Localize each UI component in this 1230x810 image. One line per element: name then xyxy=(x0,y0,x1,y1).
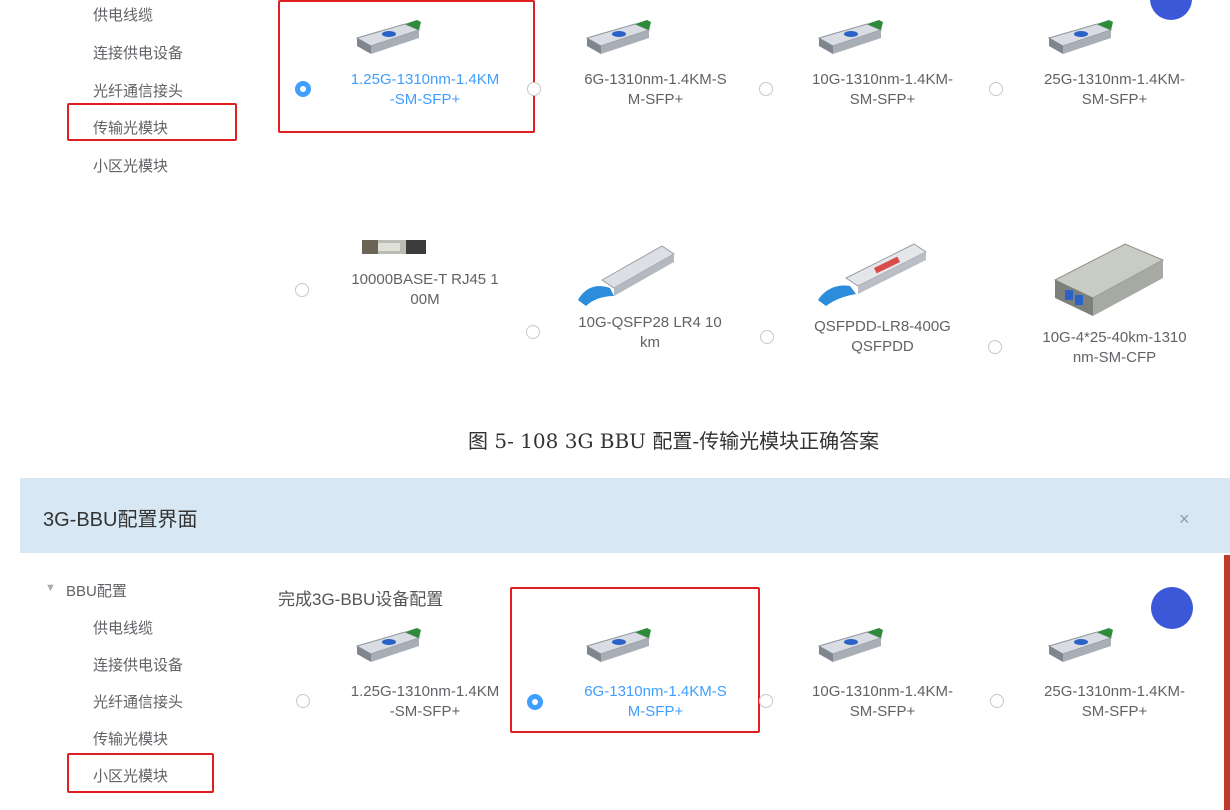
sidebar-item-fiber-connector[interactable]: 光纤通信接头 xyxy=(93,80,183,101)
sidebar-item-power-cable[interactable]: 供电线缆 xyxy=(93,617,153,638)
radio-button[interactable] xyxy=(296,694,310,708)
tree-root-bbu-config[interactable]: BBU配置 xyxy=(66,580,127,601)
sfp-module-icon xyxy=(355,20,421,54)
radio-button[interactable] xyxy=(990,694,1004,708)
dialog-title: 3G-BBU配置界面 xyxy=(43,509,198,531)
scrollbar-edge xyxy=(1224,555,1230,810)
module-label: 1.25G-1310nm-1.4KM -SM-SFP+ xyxy=(350,71,500,108)
module-label: 6G-1310nm-1.4KM-S M-SFP+ xyxy=(584,683,727,720)
radio-button[interactable] xyxy=(527,82,541,96)
chevron-down-icon[interactable]: ▼ xyxy=(45,582,56,594)
module-label: 25G-1310nm-1.4KM- SM-SFP+ xyxy=(1044,683,1185,720)
radio-button[interactable] xyxy=(526,325,540,339)
module-label: 10000BASE-T RJ45 1 00M xyxy=(351,271,499,308)
qsfp28-module-icon xyxy=(578,245,675,306)
cfp-module-icon xyxy=(1053,243,1165,316)
module-label: 1.25G-1310nm-1.4KM -SM-SFP+ xyxy=(350,683,500,720)
sfp-module-icon xyxy=(355,628,421,662)
dialog-heading: 完成3G-BBU设备配置 xyxy=(278,590,444,609)
sfp-module-icon xyxy=(1047,20,1113,54)
radio-button[interactable] xyxy=(989,82,1003,96)
sfp-module-icon xyxy=(817,20,883,54)
dialog-header xyxy=(20,478,1230,553)
rj45-module-icon xyxy=(362,240,426,254)
settings-gear-icon[interactable] xyxy=(1151,587,1193,629)
figure-caption: 图 5- 108 3G BBU 配置-传输光模块正确答案 xyxy=(468,429,880,453)
module-label: 10G-4*25-40km-1310 nm-SM-CFP xyxy=(1042,329,1187,366)
module-label: 10G-1310nm-1.4KM- SM-SFP+ xyxy=(812,71,953,108)
module-label: 10G-QSFP28 LR4 10 km xyxy=(578,314,722,351)
module-label: QSFPDD-LR8-400G QSFPDD xyxy=(814,318,951,355)
radio-button[interactable] xyxy=(527,694,543,710)
sidebar-item-power-device[interactable]: 连接供电设备 xyxy=(93,42,183,63)
sidebar-item-cell-module[interactable]: 小区光模块 xyxy=(93,155,168,176)
highlight-box xyxy=(67,753,214,793)
sfp-module-icon xyxy=(585,20,651,54)
module-label: 10G-1310nm-1.4KM- SM-SFP+ xyxy=(812,683,953,720)
radio-button[interactable] xyxy=(988,340,1002,354)
module-label: 6G-1310nm-1.4KM-S M-SFP+ xyxy=(584,71,727,108)
settings-gear-icon[interactable] xyxy=(1150,0,1192,20)
sfp-module-icon xyxy=(1047,628,1113,662)
sfp-module-icon xyxy=(585,628,651,662)
radio-button[interactable] xyxy=(760,330,774,344)
sfp-module-icon xyxy=(817,628,883,662)
sidebar-item-power-device[interactable]: 连接供电设备 xyxy=(93,654,183,675)
sidebar-item-transport-module[interactable]: 传输光模块 xyxy=(93,728,168,749)
sidebar-item-power-cable[interactable]: 供电线缆 xyxy=(93,4,153,25)
radio-button[interactable] xyxy=(295,81,311,97)
radio-button[interactable] xyxy=(295,283,309,297)
qsfpdd-module-icon xyxy=(818,243,927,306)
radio-button[interactable] xyxy=(759,82,773,96)
sidebar-item-fiber-connector[interactable]: 光纤通信接头 xyxy=(93,691,183,712)
radio-button[interactable] xyxy=(759,694,773,708)
module-label: 25G-1310nm-1.4KM- SM-SFP+ xyxy=(1044,71,1185,108)
close-icon[interactable]: × xyxy=(1179,509,1190,530)
highlight-box xyxy=(67,103,237,141)
